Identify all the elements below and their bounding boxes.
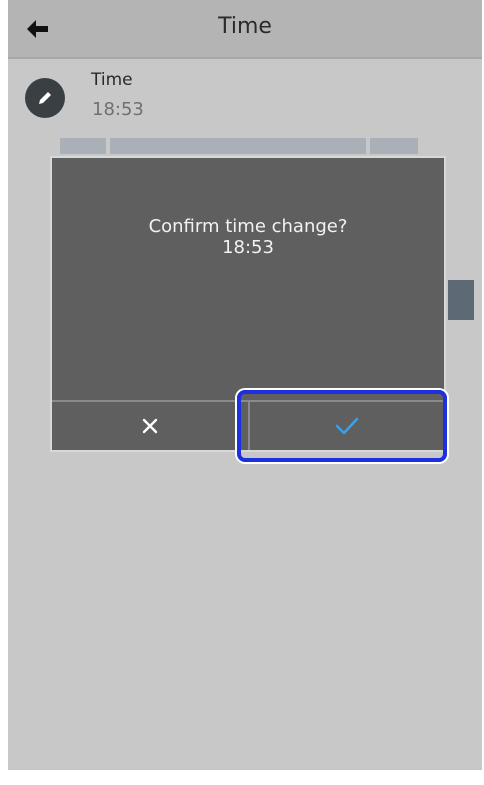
setting-value: 18:53 [92,99,144,120]
cancel-button[interactable] [52,402,248,450]
dialog-question: Confirm time change? [148,216,348,237]
background-control-segment [60,138,106,154]
background-control-segment [110,138,366,154]
dialog-time-value: 18:53 [222,237,274,258]
edit-pencil-icon [39,92,51,104]
dialog-message: Confirm time change? 18:53 [52,216,444,258]
confirm-dialog: Confirm time change? 18:53 [50,156,446,452]
edit-button[interactable] [25,78,65,118]
confirm-button[interactable] [250,402,444,450]
background-side-handle [448,280,474,320]
setting-label: Time [91,70,133,90]
app-header: Time [8,0,482,59]
device-screen: Time Time 18:53 Confirm time change? 18:… [8,0,482,770]
page-title: Time [218,14,272,39]
background-control-segment [370,138,418,154]
close-icon [142,418,158,434]
screenshot-frame: Time Time 18:53 Confirm time change? 18:… [0,0,484,785]
setting-row-time[interactable]: Time 18:53 [8,62,482,132]
checkmark-icon [335,417,359,435]
